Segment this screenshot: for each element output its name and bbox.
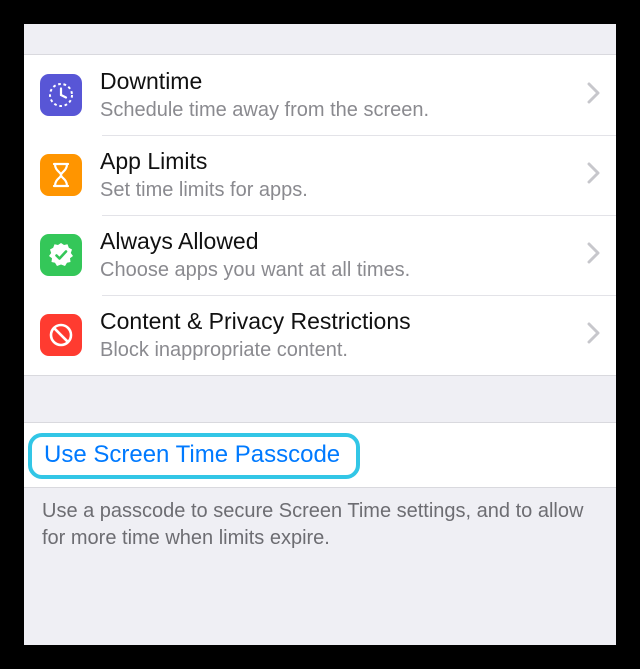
annotation-highlight: Use Screen Time Passcode xyxy=(28,433,360,479)
section-gap xyxy=(24,376,616,422)
row-title: Always Allowed xyxy=(100,227,579,256)
row-downtime[interactable]: Downtime Schedule time away from the scr… xyxy=(24,55,616,135)
chevron-right-icon xyxy=(587,82,600,109)
hourglass-icon xyxy=(40,154,82,196)
row-title: Content & Privacy Restrictions xyxy=(100,307,579,336)
row-app-limits[interactable]: App Limits Set time limits for apps. xyxy=(24,135,616,215)
check-badge-icon xyxy=(40,234,82,276)
row-subtitle: Choose apps you want at all times. xyxy=(100,257,579,283)
chevron-right-icon xyxy=(587,322,600,349)
row-labels: App Limits Set time limits for apps. xyxy=(100,147,587,203)
downtime-icon xyxy=(40,74,82,116)
settings-screen: Downtime Schedule time away from the scr… xyxy=(24,24,616,645)
row-labels: Content & Privacy Restrictions Block ina… xyxy=(100,307,587,363)
chevron-right-icon xyxy=(587,162,600,189)
screen-time-options-group: Downtime Schedule time away from the scr… xyxy=(24,54,616,376)
row-always-allowed[interactable]: Always Allowed Choose apps you want at a… xyxy=(24,215,616,295)
no-entry-icon xyxy=(40,314,82,356)
passcode-link-label: Use Screen Time Passcode xyxy=(44,441,340,469)
row-labels: Downtime Schedule time away from the scr… xyxy=(100,67,587,123)
row-subtitle: Set time limits for apps. xyxy=(100,177,579,203)
row-subtitle: Block inappropriate content. xyxy=(100,337,579,363)
section-footer-note: Use a passcode to secure Screen Time set… xyxy=(24,488,616,552)
row-content-restrictions[interactable]: Content & Privacy Restrictions Block ina… xyxy=(24,295,616,375)
row-title: App Limits xyxy=(100,147,579,176)
row-use-screen-time-passcode[interactable]: Use Screen Time Passcode xyxy=(24,422,616,488)
row-title: Downtime xyxy=(100,67,579,96)
chevron-right-icon xyxy=(587,242,600,269)
row-subtitle: Schedule time away from the screen. xyxy=(100,97,579,123)
section-gap xyxy=(24,24,616,54)
row-labels: Always Allowed Choose apps you want at a… xyxy=(100,227,587,283)
